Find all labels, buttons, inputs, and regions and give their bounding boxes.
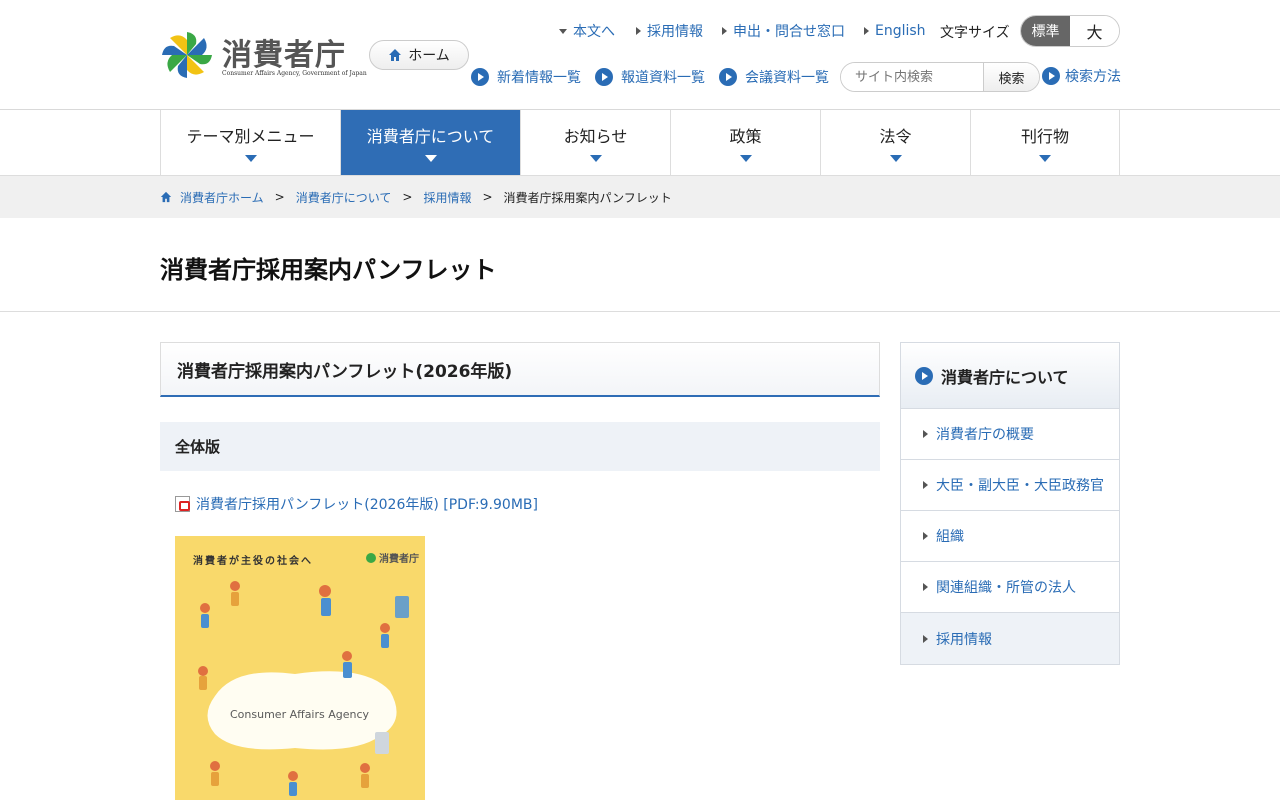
- font-size-label: 文字サイズ: [940, 25, 1010, 41]
- search-input[interactable]: [841, 63, 983, 91]
- caret-down-icon: [559, 28, 567, 34]
- breadcrumb: 消費者庁ホーム > 消費者庁について > 採用情報 > 消費者庁採用案内パンフレ…: [0, 176, 1280, 218]
- gnav-label: 刊行物: [1020, 127, 1069, 146]
- arrow-circle-icon: [471, 68, 489, 86]
- search-help-link[interactable]: 検索方法: [1042, 65, 1121, 87]
- chevron-down-icon: [739, 155, 752, 162]
- gnav-label: お知らせ: [563, 127, 628, 146]
- logo-mark-icon: [162, 32, 212, 78]
- home-button[interactable]: ホーム: [369, 40, 469, 70]
- chevron-down-icon: [244, 155, 257, 162]
- gnav-theme-menu[interactable]: テーマ別メニュー: [161, 110, 341, 175]
- cover-tagline: 消費者が主役の社会へ: [193, 554, 313, 567]
- pdf-download-link[interactable]: 消費者庁採用パンフレット(2026年版) [PDF:9.90MB]: [175, 494, 538, 514]
- utility-link-skip[interactable]: 本文へ: [559, 20, 615, 42]
- side-item-label: 関連組織・所管の法人: [936, 580, 1076, 596]
- home-button-label: ホーム: [408, 48, 450, 64]
- gnav-law[interactable]: 法令: [821, 110, 971, 175]
- gnav-label: 法令: [879, 127, 912, 146]
- caret-right-icon: [923, 583, 928, 591]
- side-item-label: 組織: [936, 529, 964, 545]
- sub-heading: 全体版: [160, 422, 880, 471]
- search-button[interactable]: 検索: [983, 63, 1039, 91]
- page-title: 消費者庁採用案内パンフレット: [160, 256, 497, 284]
- font-size-large-button[interactable]: 大: [1070, 16, 1119, 46]
- side-nav: 消費者庁について 消費者庁の概要 大臣・副大臣・大臣政務官 組織 関連組織・所管…: [900, 342, 1120, 665]
- news-link-press[interactable]: 報道資料一覧: [595, 66, 705, 88]
- caret-right-icon: [722, 27, 727, 35]
- pamphlet-cover-image: 消費者が主役の社会へ 消費者庁 Consumer Affairs Agency: [175, 536, 425, 800]
- pamphlet-illustration: 消費者が主役の社会へ 消費者庁 Consumer Affairs Agency: [175, 536, 425, 800]
- chevron-down-icon: [1039, 155, 1051, 162]
- caret-right-icon: [864, 27, 869, 35]
- utility-link-recruit[interactable]: 採用情報: [636, 20, 703, 42]
- gnav-label: テーマ別メニュー: [186, 127, 315, 146]
- pdf-link-label: 消費者庁採用パンフレット(2026年版) [PDF:9.90MB]: [196, 497, 538, 513]
- site-search: 検索: [840, 62, 1040, 92]
- skip-link-label: 本文へ: [573, 24, 615, 40]
- side-item-label: 大臣・副大臣・大臣政務官: [936, 478, 1104, 494]
- news-link-meetings[interactable]: 会議資料一覧: [719, 66, 829, 88]
- meetings-label: 会議資料一覧: [745, 70, 829, 86]
- side-item-related-orgs[interactable]: 関連組織・所管の法人: [901, 562, 1119, 613]
- side-nav-header[interactable]: 消費者庁について: [901, 343, 1119, 409]
- caret-right-icon: [923, 532, 928, 540]
- side-item-label: 消費者庁の概要: [936, 427, 1034, 443]
- arrow-circle-icon: [595, 68, 613, 86]
- arrow-circle-icon: [1042, 67, 1060, 85]
- logo-text: 消費者庁: [222, 38, 346, 73]
- home-icon: [160, 191, 172, 203]
- caret-right-icon: [636, 27, 641, 35]
- news-link-new[interactable]: 新着情報一覧: [471, 66, 581, 88]
- contact-link-label: 申出・問合せ窓口: [733, 24, 845, 40]
- utility-link-contact[interactable]: 申出・問合せ窓口: [722, 20, 845, 42]
- side-nav-title: 消費者庁について: [941, 367, 1069, 387]
- breadcrumb-separator: >: [482, 190, 493, 204]
- gnav-about[interactable]: 消費者庁について: [341, 110, 521, 175]
- caret-right-icon: [923, 430, 928, 438]
- breadcrumb-home[interactable]: 消費者庁ホーム: [180, 189, 264, 206]
- breadcrumb-about[interactable]: 消費者庁について: [296, 189, 392, 206]
- gnav-label: 消費者庁について: [366, 127, 495, 146]
- utility-link-english[interactable]: English: [864, 20, 926, 42]
- breadcrumb-recruit[interactable]: 採用情報: [423, 189, 471, 206]
- chevron-down-icon: [589, 155, 602, 162]
- gnav-policy[interactable]: 政策: [671, 110, 821, 175]
- site-logo[interactable]: 消費者庁 Consumer Affairs Agency, Government…: [160, 28, 367, 84]
- site-header: 消費者庁 Consumer Affairs Agency, Government…: [0, 0, 1280, 110]
- cover-title: Consumer Affairs Agency: [230, 708, 370, 721]
- chevron-down-icon: [889, 155, 902, 162]
- search-help-label: 検索方法: [1065, 69, 1121, 85]
- caret-right-icon: [923, 481, 928, 489]
- pdf-icon: [175, 496, 190, 512]
- gnav-news[interactable]: お知らせ: [521, 110, 671, 175]
- logo-subtitle: Consumer Affairs Agency, Government of J…: [222, 70, 367, 77]
- side-item-overview[interactable]: 消費者庁の概要: [901, 409, 1119, 460]
- global-nav: テーマ別メニュー 消費者庁について お知らせ 政策 法令 刊行物: [160, 110, 1120, 175]
- side-item-recruit[interactable]: 採用情報: [901, 613, 1119, 664]
- arrow-circle-icon: [719, 68, 737, 86]
- caret-right-icon: [923, 634, 928, 643]
- breadcrumb-separator: >: [402, 190, 413, 204]
- english-link-label: English: [875, 23, 926, 39]
- font-size-toggle: 標準 大: [1020, 15, 1120, 47]
- breadcrumb-current: 消費者庁採用案内パンフレット: [503, 190, 672, 205]
- recruit-link-label: 採用情報: [647, 24, 703, 40]
- new-info-label: 新着情報一覧: [497, 70, 581, 86]
- gnav-publications[interactable]: 刊行物: [971, 110, 1120, 175]
- section-heading: 消費者庁採用案内パンフレット(2026年版): [160, 342, 880, 397]
- gnav-label: 政策: [729, 127, 762, 146]
- press-label: 報道資料一覧: [621, 70, 705, 86]
- side-item-ministers[interactable]: 大臣・副大臣・大臣政務官: [901, 460, 1119, 511]
- title-divider: [0, 311, 1280, 312]
- breadcrumb-separator: >: [274, 190, 285, 204]
- font-size-standard-button[interactable]: 標準: [1021, 16, 1070, 46]
- side-item-label: 採用情報: [936, 631, 992, 648]
- side-item-organization[interactable]: 組織: [901, 511, 1119, 562]
- arrow-circle-icon: [915, 366, 933, 385]
- home-icon: [389, 49, 402, 61]
- cover-logo-text: 消費者庁: [379, 552, 419, 565]
- chevron-down-icon: [424, 155, 437, 162]
